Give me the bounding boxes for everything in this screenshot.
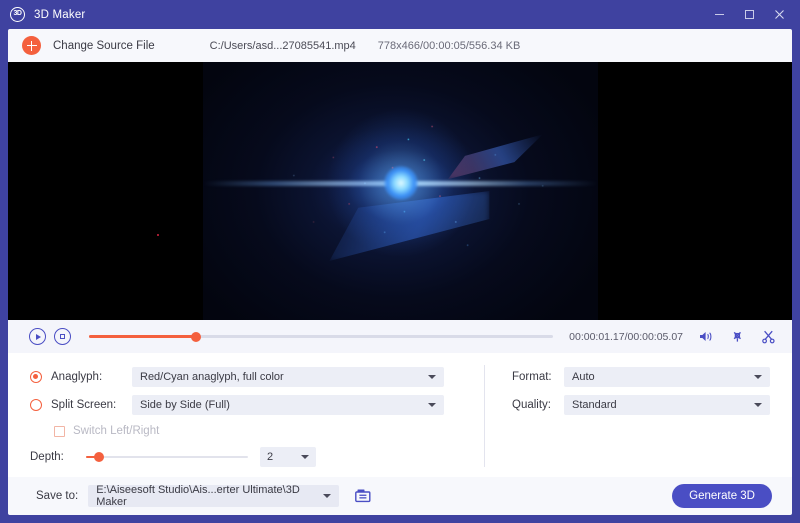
quality-label: Quality:: [512, 399, 551, 411]
source-file-meta: 778x466/00:00:05/556.34 KB: [377, 39, 521, 52]
anaglyph-select[interactable]: Red/Cyan anaglyph, full color: [132, 367, 444, 387]
save-bar: Save to: E:\Aiseesoft Studio\Ais...erter…: [8, 477, 792, 515]
depth-handle[interactable]: [94, 452, 104, 462]
settings-panel: Anaglyph: Red/Cyan anaglyph, full color …: [8, 353, 792, 477]
generate-3d-button[interactable]: Generate 3D: [672, 484, 772, 508]
minimize-button[interactable]: [704, 0, 734, 29]
split-screen-radio[interactable]: [30, 399, 42, 411]
split-screen-value: Side by Side (Full): [140, 399, 230, 411]
folder-icon[interactable]: [353, 488, 373, 505]
switch-lr-row: Switch Left/Right: [30, 419, 444, 443]
title-bar: 3D 3D Maker: [0, 0, 800, 29]
format-select[interactable]: Auto: [564, 367, 770, 387]
seek-fill: [89, 335, 196, 338]
save-path-select[interactable]: E:\Aiseesoft Studio\Ais...erter Ultimate…: [88, 484, 340, 508]
close-button[interactable]: [764, 0, 794, 29]
settings-divider: [484, 365, 485, 467]
depth-track: [86, 455, 248, 459]
depth-select[interactable]: 2: [260, 447, 316, 467]
source-file-path: C:/Users/asd...27085541.mp4: [209, 39, 356, 52]
burst-core: [383, 166, 418, 201]
settings-left-column: Anaglyph: Red/Cyan anaglyph, full color …: [8, 363, 484, 477]
app-logo-icon: 3D: [10, 7, 25, 22]
save-path-value: E:\Aiseesoft Studio\Ais...erter Ultimate…: [96, 484, 300, 508]
seek-slider[interactable]: [89, 330, 554, 344]
window-controls: [704, 0, 800, 29]
chevron-down-icon: [754, 375, 762, 379]
stop-circle-icon[interactable]: [54, 328, 71, 345]
plus-circle-icon[interactable]: [22, 36, 41, 55]
stray-red-pixel: [157, 234, 160, 237]
format-label: Format:: [512, 371, 552, 383]
play-circle-icon[interactable]: [29, 328, 46, 345]
window-title: 3D Maker: [34, 8, 86, 21]
split-screen-select[interactable]: Side by Side (Full): [132, 395, 444, 415]
chevron-down-icon: [428, 375, 436, 379]
depth-value: 2: [267, 451, 274, 463]
switch-lr-label: Switch Left/Right: [73, 425, 160, 437]
depth-row: Depth: 2: [30, 443, 444, 471]
snapshot-icon[interactable]: [730, 329, 745, 344]
video-preview[interactable]: [8, 62, 792, 320]
app-window: 3D 3D Maker Change Source File C:/Users/…: [0, 0, 800, 523]
depth-slider[interactable]: [86, 451, 248, 463]
anaglyph-label: Anaglyph:: [51, 371, 103, 383]
switch-lr-checkbox[interactable]: [54, 425, 65, 437]
chevron-down-icon: [323, 494, 332, 498]
quality-select[interactable]: Standard: [564, 395, 770, 415]
save-to-label: Save to:: [36, 490, 79, 502]
chevron-down-icon: [301, 455, 309, 459]
maximize-button[interactable]: [734, 0, 764, 29]
depth-label: Depth:: [30, 451, 64, 463]
quality-row: Quality: Standard: [512, 391, 770, 419]
anaglyph-radio[interactable]: [30, 371, 42, 383]
source-bar: Change Source File C:/Users/asd...270855…: [8, 29, 792, 62]
scissors-icon[interactable]: [761, 329, 776, 344]
settings-right-column: Format: Auto Quality: Standard: [484, 363, 792, 477]
split-screen-label: Split Screen:: [51, 399, 117, 411]
format-row: Format: Auto: [512, 363, 770, 391]
format-value: Auto: [572, 371, 595, 383]
chevron-down-icon: [428, 403, 436, 407]
playback-bar: 00:00:01.17/00:00:05.07: [8, 320, 792, 353]
anaglyph-row: Anaglyph: Red/Cyan anaglyph, full color: [30, 363, 444, 391]
speaker-icon[interactable]: [699, 330, 714, 343]
chevron-down-icon: [754, 403, 762, 407]
split-screen-row: Split Screen: Side by Side (Full): [30, 391, 444, 419]
quality-value: Standard: [572, 399, 617, 411]
change-source-file-button[interactable]: Change Source File: [53, 40, 155, 52]
video-frame: [203, 62, 598, 320]
time-display: 00:00:01.17/00:00:05.07: [569, 330, 683, 343]
seek-handle[interactable]: [190, 331, 201, 342]
anaglyph-value: Red/Cyan anaglyph, full color: [140, 371, 284, 383]
